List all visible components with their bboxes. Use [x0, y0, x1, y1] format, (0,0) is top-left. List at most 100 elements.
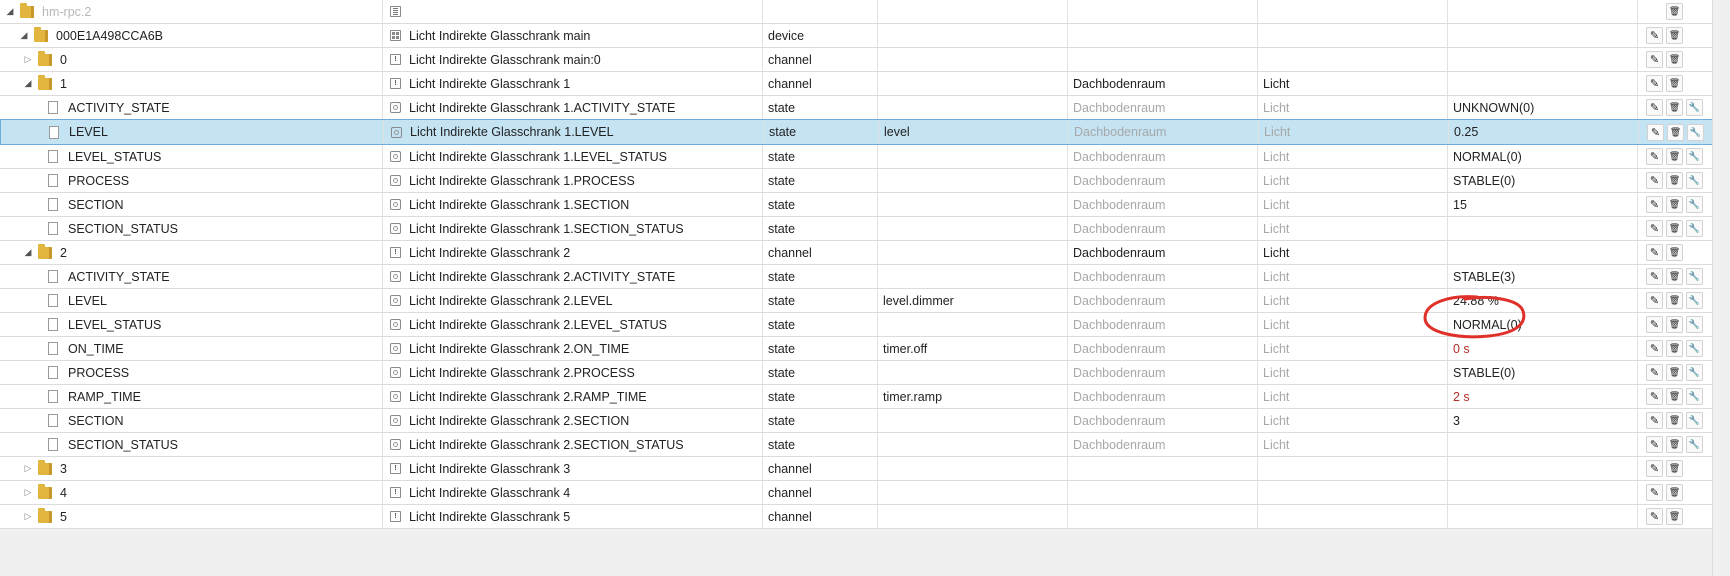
- expand-arrow-icon[interactable]: ◢: [4, 6, 16, 17]
- tree-row[interactable]: ACTIVITY_STATE Licht Indirekte Glasschran…: [0, 265, 1713, 289]
- tree-row[interactable]: SECTION_STATUS Licht Indirekte Glasschran…: [0, 433, 1713, 457]
- pencil-button[interactable]: ✎: [1646, 364, 1663, 381]
- wrench-button[interactable]: 🔧: [1686, 196, 1703, 213]
- wrench-button[interactable]: 🔧: [1686, 340, 1703, 357]
- trash-button[interactable]: 🗑: [1666, 268, 1683, 285]
- value-cell[interactable]: [1448, 0, 1638, 23]
- value-cell[interactable]: [1448, 24, 1638, 47]
- trash-button[interactable]: 🗑: [1666, 484, 1683, 501]
- value-cell[interactable]: STABLE(3): [1448, 265, 1638, 288]
- trash-button[interactable]: 🗑: [1666, 148, 1683, 165]
- pencil-button[interactable]: ✎: [1646, 268, 1663, 285]
- pencil-button[interactable]: ✎: [1646, 460, 1663, 477]
- trash-button[interactable]: 🗑: [1666, 340, 1683, 357]
- tree-row[interactable]: ◢2Licht Indirekte Glasschrank 2channelDa…: [0, 241, 1713, 265]
- pencil-button[interactable]: ✎: [1646, 508, 1663, 525]
- value-cell[interactable]: [1448, 72, 1638, 95]
- value-cell[interactable]: 15: [1448, 193, 1638, 216]
- tree-row[interactable]: SECTION_STATUS Licht Indirekte Glasschran…: [0, 217, 1713, 241]
- value-cell[interactable]: [1448, 433, 1638, 456]
- tree-row[interactable]: SECTION Licht Indirekte Glasschrank 2.SEC…: [0, 409, 1713, 433]
- trash-button[interactable]: 🗑: [1666, 75, 1683, 92]
- value-cell[interactable]: 0 s: [1448, 337, 1638, 360]
- trash-button[interactable]: 🗑: [1667, 123, 1684, 141]
- collapse-arrow-icon[interactable]: ▷: [22, 54, 34, 65]
- value-cell[interactable]: STABLE(0): [1448, 361, 1638, 384]
- tree-row[interactable]: ▷0Licht Indirekte Glasschrank main:0chan…: [0, 48, 1713, 72]
- pencil-button[interactable]: ✎: [1646, 27, 1663, 44]
- tree-row[interactable]: PROCESS Licht Indirekte Glasschrank 1.PRO…: [0, 169, 1713, 193]
- wrench-button[interactable]: 🔧: [1686, 412, 1703, 429]
- trash-button[interactable]: 🗑: [1666, 99, 1683, 116]
- tree-row[interactable]: ACTIVITY_STATE Licht Indirekte Glasschran…: [0, 96, 1713, 120]
- value-cell[interactable]: NORMAL(0): [1448, 145, 1638, 168]
- trash-button[interactable]: 🗑: [1666, 27, 1683, 44]
- pencil-button[interactable]: ✎: [1646, 148, 1663, 165]
- value-cell[interactable]: [1448, 48, 1638, 71]
- value-cell[interactable]: [1448, 481, 1638, 504]
- pencil-button[interactable]: ✎: [1646, 51, 1663, 68]
- trash-button[interactable]: 🗑: [1666, 436, 1683, 453]
- pencil-button[interactable]: ✎: [1646, 172, 1663, 189]
- wrench-button[interactable]: 🔧: [1686, 172, 1703, 189]
- expand-arrow-icon[interactable]: ◢: [18, 30, 30, 41]
- trash-button[interactable]: 🗑: [1666, 388, 1683, 405]
- value-cell[interactable]: STABLE(0): [1448, 169, 1638, 192]
- trash-button[interactable]: 🗑: [1666, 412, 1683, 429]
- value-cell[interactable]: 24.88 %: [1448, 289, 1638, 312]
- pencil-button[interactable]: ✎: [1646, 99, 1663, 116]
- wrench-button[interactable]: 🔧: [1686, 220, 1703, 237]
- pencil-button[interactable]: ✎: [1646, 244, 1663, 261]
- trash-button[interactable]: 🗑: [1666, 51, 1683, 68]
- trash-button[interactable]: 🗑: [1666, 460, 1683, 477]
- pencil-button[interactable]: ✎: [1646, 316, 1663, 333]
- pencil-button[interactable]: ✎: [1646, 220, 1663, 237]
- wrench-button[interactable]: 🔧: [1686, 364, 1703, 381]
- tree-row[interactable]: ON_TIME Licht Indirekte Glasschrank 2.ON_…: [0, 337, 1713, 361]
- tree-row[interactable]: ◢ 000E1A498CCA6B Licht Indirekte Glasschra…: [0, 24, 1713, 48]
- value-cell[interactable]: 0.25: [1449, 120, 1639, 144]
- trash-button[interactable]: 🗑: [1666, 316, 1683, 333]
- wrench-button[interactable]: 🔧: [1686, 388, 1703, 405]
- pencil-button[interactable]: ✎: [1646, 75, 1663, 92]
- tree-row[interactable]: ◢1Licht Indirekte Glasschrank 1channelDa…: [0, 72, 1713, 96]
- collapse-arrow-icon[interactable]: ▷: [22, 487, 34, 498]
- trash-button[interactable]: 🗑: [1666, 3, 1683, 20]
- trash-button[interactable]: 🗑: [1666, 244, 1683, 261]
- wrench-button[interactable]: 🔧: [1686, 292, 1703, 309]
- pencil-button[interactable]: ✎: [1646, 436, 1663, 453]
- tree-row[interactable]: LEVEL_STATUS Licht Indirekte Glasschrank …: [0, 313, 1713, 337]
- tree-row[interactable]: PROCESS Licht Indirekte Glasschrank 2.PRO…: [0, 361, 1713, 385]
- trash-button[interactable]: 🗑: [1666, 508, 1683, 525]
- wrench-button[interactable]: 🔧: [1686, 99, 1703, 116]
- trash-button[interactable]: 🗑: [1666, 172, 1683, 189]
- tree-row[interactable]: LEVEL Licht Indirekte Glasschrank 2.LEVEL…: [0, 289, 1713, 313]
- wrench-button[interactable]: 🔧: [1686, 316, 1703, 333]
- value-cell[interactable]: NORMAL(0): [1448, 313, 1638, 336]
- pencil-button[interactable]: ✎: [1646, 484, 1663, 501]
- tree-row[interactable]: RAMP_TIME Licht Indirekte Glasschrank 2.R…: [0, 385, 1713, 409]
- tree-row[interactable]: LEVEL Licht Indirekte Glasschrank 1.LEVEL…: [0, 119, 1713, 145]
- pencil-button[interactable]: ✎: [1646, 340, 1663, 357]
- tree-row[interactable]: ▷4Licht Indirekte Glasschrank 4channel✎🗑: [0, 481, 1713, 505]
- value-cell[interactable]: [1448, 457, 1638, 480]
- pencil-button[interactable]: ✎: [1647, 123, 1664, 141]
- value-cell[interactable]: UNKNOWN(0): [1448, 96, 1638, 119]
- expand-arrow-icon[interactable]: ◢: [22, 78, 34, 89]
- pencil-button[interactable]: ✎: [1646, 196, 1663, 213]
- trash-button[interactable]: 🗑: [1666, 220, 1683, 237]
- value-cell[interactable]: [1448, 505, 1638, 528]
- tree-row[interactable]: ▷5Licht Indirekte Glasschrank 5channel✎🗑: [0, 505, 1713, 529]
- wrench-button[interactable]: 🔧: [1686, 436, 1703, 453]
- value-cell[interactable]: [1448, 217, 1638, 240]
- value-cell[interactable]: [1448, 241, 1638, 264]
- wrench-button[interactable]: 🔧: [1687, 123, 1704, 141]
- trash-button[interactable]: 🗑: [1666, 292, 1683, 309]
- trash-button[interactable]: 🗑: [1666, 196, 1683, 213]
- tree-row[interactable]: LEVEL_STATUS Licht Indirekte Glasschrank …: [0, 145, 1713, 169]
- wrench-button[interactable]: 🔧: [1686, 268, 1703, 285]
- pencil-button[interactable]: ✎: [1646, 412, 1663, 429]
- trash-button[interactable]: 🗑: [1666, 364, 1683, 381]
- value-cell[interactable]: 3: [1448, 409, 1638, 432]
- vertical-scrollbar[interactable]: [1712, 0, 1730, 576]
